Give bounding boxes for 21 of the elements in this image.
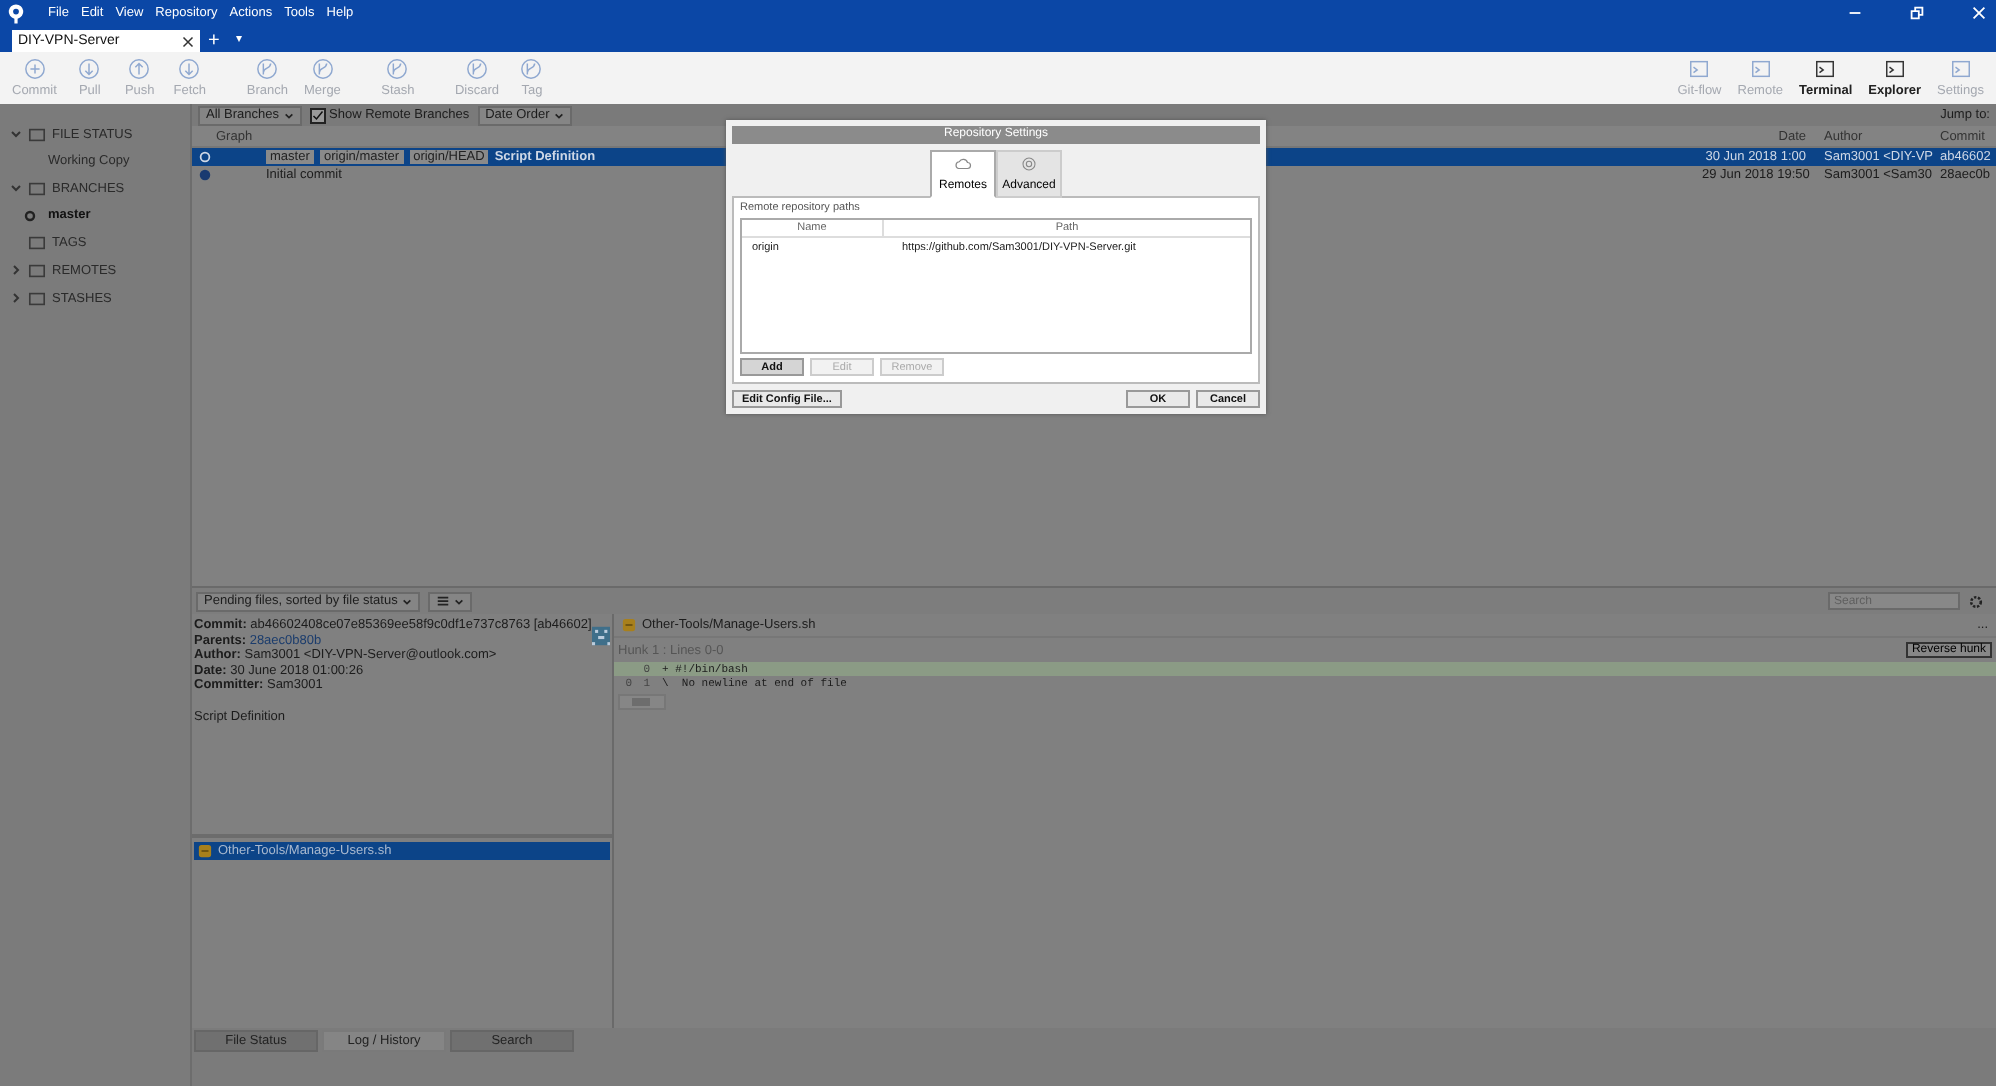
check-icon — [311, 109, 323, 121]
graph-node-icon — [198, 150, 212, 164]
terminal-icon — [1814, 58, 1837, 80]
chevron-icon[interactable] — [10, 264, 24, 276]
caret-icon — [553, 111, 564, 119]
caret-icon — [283, 111, 293, 119]
file-status-icon — [198, 844, 212, 858]
caret-icon — [401, 597, 412, 605]
chevron-icon[interactable] — [10, 182, 24, 194]
close-icon[interactable] — [182, 35, 194, 47]
plus-circle-icon — [23, 58, 46, 80]
chevron-icon[interactable] — [10, 292, 24, 304]
file-status-icon — [622, 618, 636, 632]
graph-node-icon — [198, 168, 212, 182]
new-tab-button[interactable]: + — [208, 30, 220, 52]
list-icon — [435, 594, 450, 608]
chevron-icon[interactable] — [10, 128, 24, 140]
restore-icon[interactable] — [1908, 4, 1926, 22]
scrollbar[interactable] — [618, 694, 666, 710]
caret-icon — [453, 597, 464, 605]
view-dropdown[interactable] — [427, 591, 472, 611]
